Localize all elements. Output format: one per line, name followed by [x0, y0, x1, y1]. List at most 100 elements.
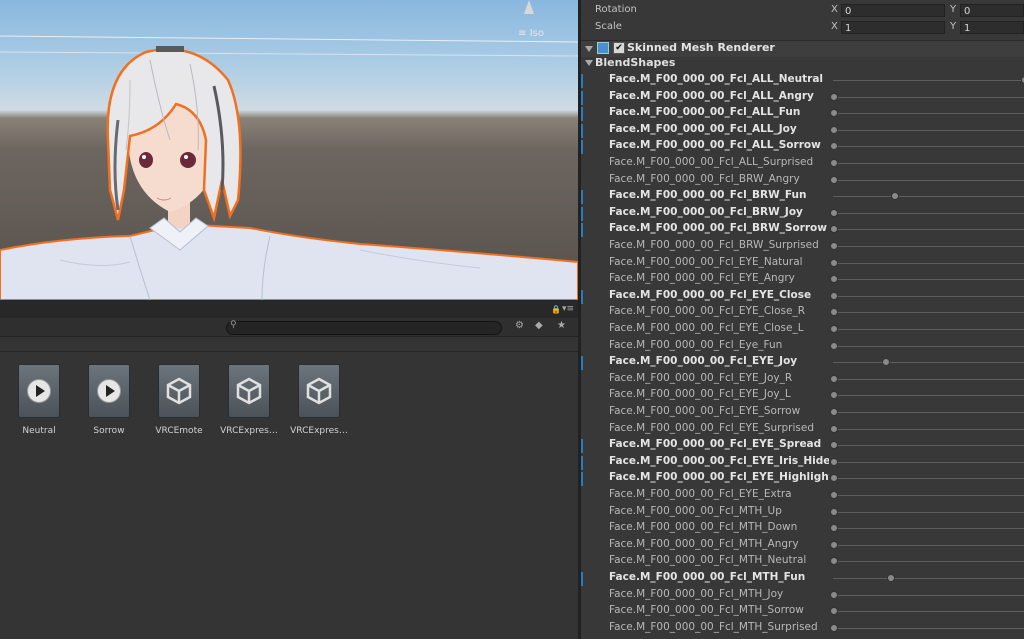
blendshape-slider-thumb[interactable]: [830, 507, 838, 516]
foldout-arrow-icon[interactable]: [585, 46, 593, 52]
blendshape-slider-thumb[interactable]: [830, 607, 838, 616]
blendshape-slider-thumb[interactable]: [830, 308, 838, 317]
blendshape-slider-track[interactable]: [833, 378, 1024, 380]
blendshape-slider-track[interactable]: [833, 96, 1024, 98]
blendshape-slider-thumb[interactable]: [830, 474, 838, 483]
blendshape-name: Face.M_F00_000_00_Fcl_MTH_Joy: [609, 587, 784, 600]
override-marker: [581, 190, 583, 205]
blendshape-slider-track[interactable]: [833, 312, 1024, 314]
blendshape-slider-track[interactable]: [833, 627, 1024, 629]
asset-item[interactable]: VRCExpres…: [287, 364, 351, 436]
blendshape-slider-track[interactable]: [833, 511, 1024, 513]
blendshape-slider-track[interactable]: [833, 362, 1024, 364]
blendshape-slider-track[interactable]: [833, 146, 1024, 148]
blendshape-slider-thumb[interactable]: [830, 374, 838, 383]
blendshape-slider-thumb[interactable]: [881, 358, 890, 367]
blendshape-slider-track[interactable]: [833, 212, 1024, 214]
blendshape-slider-thumb[interactable]: [830, 175, 838, 184]
blendshape-slider-track[interactable]: [833, 578, 1024, 579]
blendshape-slider-track[interactable]: [833, 345, 1024, 347]
blendshape-slider-thumb[interactable]: [830, 623, 838, 632]
filter-by-label-icon[interactable]: ◆: [535, 320, 543, 331]
blendshape-slider-thumb[interactable]: [830, 391, 838, 400]
blendshape-slider-thumb[interactable]: [887, 574, 896, 582]
blendshape-slider-track[interactable]: [833, 229, 1024, 231]
asset-item[interactable]: Sorrow: [77, 364, 141, 436]
asset-item[interactable]: Neutral: [7, 364, 71, 436]
blendshape-slider-thumb[interactable]: [830, 557, 838, 566]
blendshape-slider-track[interactable]: [833, 461, 1024, 463]
blendshape-slider-track[interactable]: [833, 129, 1024, 131]
blendshape-slider-thumb[interactable]: [830, 441, 838, 450]
override-marker: [581, 140, 583, 155]
blendshape-slider-track[interactable]: [833, 478, 1024, 480]
blendshape-slider-thumb[interactable]: [830, 109, 838, 118]
search-input[interactable]: [226, 321, 502, 335]
breadcrumb: [0, 337, 578, 352]
scale-y-axis-label: Y: [950, 21, 957, 32]
scale-x-field[interactable]: 1: [841, 21, 945, 34]
blendshape-slider-thumb[interactable]: [830, 424, 838, 433]
blendshape-slider-track[interactable]: [833, 611, 1024, 613]
blendshape-slider-track[interactable]: [833, 80, 1024, 81]
blendshape-slider-thumb[interactable]: [830, 291, 838, 300]
blendshape-slider-track[interactable]: [833, 329, 1024, 330]
panel-menu-icon[interactable]: ▾≡: [562, 304, 574, 314]
blendshape-slider-thumb[interactable]: [830, 590, 838, 599]
blendshape-slider-track[interactable]: [833, 295, 1024, 297]
blendshape-slider-thumb[interactable]: [830, 258, 838, 267]
blendshape-slider-thumb[interactable]: [830, 275, 838, 284]
blendshape-slider-thumb[interactable]: [830, 408, 838, 416]
blendshape-slider-track[interactable]: [833, 395, 1024, 397]
asset-item[interactable]: VRCEmote: [147, 364, 211, 436]
blendshape-row: Face.M_F00_000_00_Fcl_EYE_Spread: [581, 437, 1024, 454]
asset-label: VRCEmote: [155, 426, 203, 436]
blendshape-slider-thumb[interactable]: [830, 142, 838, 151]
blendshape-slider-track[interactable]: [833, 262, 1024, 264]
asset-item[interactable]: VRCExpres…: [217, 364, 281, 436]
blendshape-slider-thumb[interactable]: [830, 92, 838, 101]
scene-view[interactable]: ≡ Iso: [0, 0, 578, 300]
avatar-shirt: [0, 222, 578, 300]
blendshape-slider-thumb[interactable]: [830, 125, 838, 134]
blendshape-slider-track[interactable]: [833, 412, 1024, 413]
blendshape-slider-track[interactable]: [833, 113, 1024, 115]
blendshape-slider-track[interactable]: [833, 594, 1024, 596]
blendshape-slider-track[interactable]: [833, 428, 1024, 430]
asset-label: VRCExpres…: [220, 426, 278, 436]
component-enabled-checkbox[interactable]: ✔: [613, 42, 625, 54]
blendshape-slider-track[interactable]: [833, 279, 1024, 281]
blendshape-slider-thumb[interactable]: [830, 325, 838, 333]
blendshape-slider-thumb[interactable]: [830, 457, 838, 466]
blendshape-slider-thumb[interactable]: [830, 491, 838, 499]
blendshape-slider-thumb[interactable]: [830, 208, 838, 217]
blendshape-slider-thumb[interactable]: [830, 341, 838, 350]
lock-icon[interactable]: 🔒: [551, 305, 561, 314]
blendshape-slider-thumb[interactable]: [891, 192, 900, 201]
blendshape-slider-track[interactable]: [833, 196, 1024, 198]
blendshape-slider-track[interactable]: [833, 561, 1024, 563]
blendshape-slider-track[interactable]: [833, 445, 1024, 447]
blendshape-slider-track[interactable]: [833, 163, 1024, 164]
blendshape-slider-track[interactable]: [833, 179, 1024, 181]
rotation-y-field[interactable]: 0: [960, 4, 1024, 17]
scale-y-field[interactable]: 1: [960, 21, 1024, 34]
rotation-x-field[interactable]: 0: [841, 4, 945, 17]
blendshapes-foldout-arrow-icon[interactable]: [585, 60, 593, 66]
blendshapes-title[interactable]: BlendShapes: [595, 56, 675, 69]
orientation-gizmo[interactable]: [524, 0, 534, 14]
blendshape-slider-track[interactable]: [833, 495, 1024, 496]
blendshape-slider-thumb[interactable]: [830, 242, 838, 250]
blendshape-slider-track[interactable]: [833, 528, 1024, 530]
override-marker: [581, 107, 583, 122]
favorite-star-icon[interactable]: ★: [557, 320, 566, 331]
blendshape-name: Face.M_F00_000_00_Fcl_MTH_Down: [609, 521, 798, 534]
blendshape-slider-thumb[interactable]: [830, 225, 838, 234]
blendshape-slider-thumb[interactable]: [830, 524, 838, 533]
projection-toggle[interactable]: ≡ Iso: [518, 28, 544, 39]
blendshape-slider-track[interactable]: [833, 246, 1024, 247]
blendshape-slider-track[interactable]: [833, 544, 1024, 546]
blendshape-slider-thumb[interactable]: [830, 159, 838, 167]
filter-by-type-icon[interactable]: ⚙: [515, 320, 524, 331]
blendshape-slider-thumb[interactable]: [830, 540, 838, 549]
